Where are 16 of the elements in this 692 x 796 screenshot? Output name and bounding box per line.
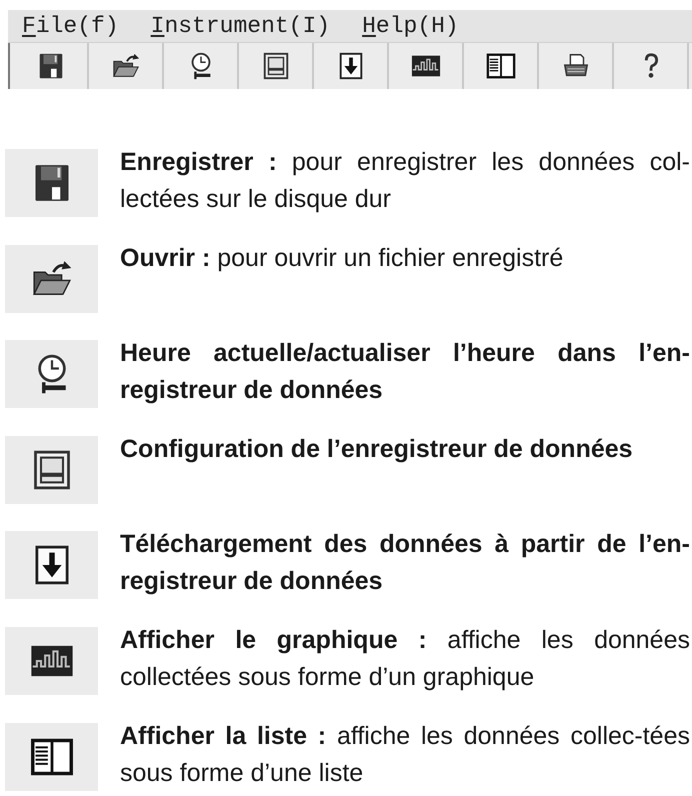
menu-item[interactable]: Instrument(I) — [150, 11, 330, 41]
window-icon — [5, 436, 98, 504]
description-text: Ouvrir : pour ouvrir un fichier enregistré — [120, 243, 564, 274]
menu-item[interactable]: File(f) — [22, 11, 119, 41]
folder-icon — [5, 245, 98, 313]
waveform-icon — [5, 627, 98, 695]
description-text: Afficher le graphique : affiche les données collectées sous forme d’un graphique — [120, 625, 690, 693]
list-panel-icon — [486, 51, 516, 81]
description-text: Configuration de l’enregistreur de données — [120, 434, 634, 465]
menu-item[interactable]: Help(H) — [362, 11, 459, 41]
description-text: Afficher la liste : affiche les données collec-tées sous forme d’une liste — [120, 721, 690, 789]
clock-icon — [5, 340, 98, 408]
list-panel-icon — [5, 723, 98, 791]
description-text: Enregistrer : pour enregistrer les données col-lectées sur le disque dur — [120, 147, 690, 215]
description-text: Téléchargement des données à partir de l’en-registreur de données — [120, 529, 690, 597]
description-text: Heure actuelle/actualiser l’heure dans l’en-registreur de données — [120, 338, 690, 406]
